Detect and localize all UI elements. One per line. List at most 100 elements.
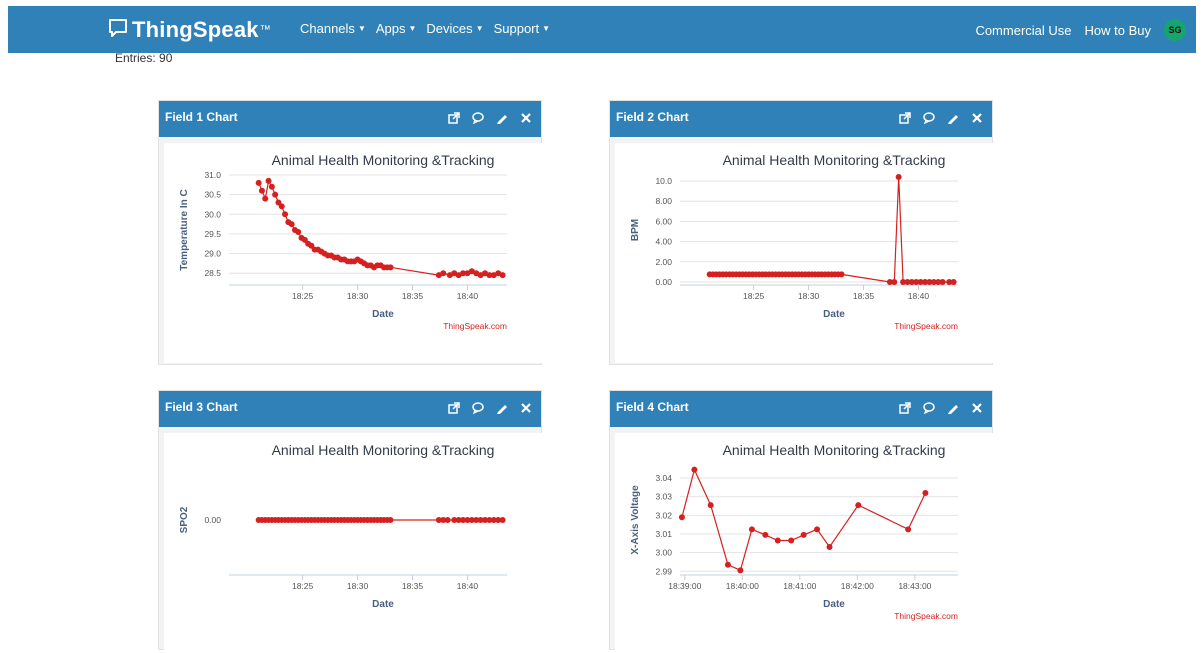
data-point [737,567,744,574]
caret-down-icon: ▼ [357,24,366,33]
x-tick-label: 18:40 [908,291,930,301]
field-3-chart: Animal Health Monitoring &Tracking 0.00 18… [179,442,507,610]
data-point [499,272,506,279]
external-link-icon[interactable] [447,401,461,415]
data-point [387,264,394,271]
y-tick-label: 3.04 [655,473,672,483]
menu-support[interactable]: Support ▼ [494,21,550,36]
panel-tools [447,401,533,415]
data-point [707,502,714,509]
external-link-icon[interactable] [447,111,461,125]
pencil-icon[interactable] [946,111,960,125]
x-tick-label: 18:41:00 [783,581,816,591]
close-icon[interactable] [519,401,533,415]
x-axis-label: Date [823,309,845,320]
data-point [922,489,929,496]
y-tick-label: 3.00 [655,548,672,558]
data-point [499,517,506,523]
x-axis-label: Date [823,599,845,610]
credit-label: ThingSpeak.com [894,321,958,331]
series-line [709,176,954,283]
external-link-icon[interactable] [898,401,912,415]
y-tick-label: 29.0 [204,249,221,259]
menu-channels[interactable]: Channels ▼ [300,21,366,36]
menu-apps-label: Apps [375,21,406,36]
brand-logo[interactable]: ThingSpeak ™ [108,15,271,45]
y-tick-label: 8.00 [655,196,672,206]
chart-title: Animal Health Monitoring &Tracking [272,442,495,458]
data-point [800,531,807,538]
data-point [278,203,285,210]
user-avatar[interactable]: SG [1164,19,1186,41]
data-point [691,466,698,473]
y-tick-label: 28.5 [204,268,221,278]
comment-icon[interactable] [922,111,936,125]
top-navbar: ThingSpeak ™ Channels ▼ Apps ▼ Devices ▼… [8,6,1196,53]
menu-channels-label: Channels [300,21,355,36]
chart-title: Animal Health Monitoring &Tracking [723,152,946,168]
pencil-icon[interactable] [495,111,509,125]
data-point [826,544,833,551]
speech-bubble-icon [108,18,128,43]
panel-tools [898,401,984,415]
chart-title: Animal Health Monitoring &Tracking [723,442,946,458]
panel-title: Field 2 Chart [616,110,689,124]
credit-label: ThingSpeak.com [443,321,507,331]
data-point [762,531,769,538]
chart-area: Animal Health Monitoring &Tracking 0.00 2.… [615,143,993,363]
how-to-buy-link[interactable]: How to Buy [1085,23,1151,38]
data-point [939,278,946,285]
caret-down-icon: ▼ [475,24,484,33]
data-point [748,526,755,533]
comment-icon[interactable] [471,111,485,125]
y-axis-label: SPO2 [179,506,190,533]
data-point [855,502,862,509]
data-point [774,537,781,544]
y-tick-label: 31.0 [204,170,221,180]
y-tick-label: 3.01 [655,529,672,539]
y-tick-label: 2.99 [655,566,672,576]
data-point [950,278,957,285]
trademark-mark: ™ [259,24,271,36]
x-axis-label: Date [372,599,394,610]
data-point [838,271,845,278]
close-icon[interactable] [519,111,533,125]
panel-header: Field 2 Chart [610,101,992,137]
close-icon[interactable] [970,401,984,415]
commercial-use-link[interactable]: Commercial Use [975,23,1071,38]
menu-devices-label: Devices [426,21,473,36]
x-tick-label: 18:40 [457,291,479,301]
pencil-icon[interactable] [495,401,509,415]
data-point [678,514,685,521]
menu-apps[interactable]: Apps ▼ [376,21,417,36]
caret-down-icon: ▼ [408,24,417,33]
y-tick-label: 30.0 [204,209,221,219]
x-tick-label: 18:35 [402,581,424,591]
field-4-panel: Field 4 Chart Animal Health Monitoring &… [609,390,993,653]
comment-icon[interactable] [471,401,485,415]
data-point [258,187,265,194]
panel-tools [898,111,984,125]
menu-devices[interactable]: Devices ▼ [426,21,483,36]
data-point [905,526,912,533]
data-point [724,561,731,568]
close-icon[interactable] [970,111,984,125]
data-point [255,179,262,186]
chart-title: Animal Health Monitoring &Tracking [272,152,495,168]
pencil-icon[interactable] [946,401,960,415]
panel-header: Field 1 Chart [159,101,541,137]
x-tick-label: 18:30 [347,291,369,301]
brand-name: ThingSpeak [132,17,259,42]
entries-count: Entries: 90 [115,51,173,65]
chart-area: Animal Health Monitoring &Tracking 0.00 18… [164,433,542,653]
series-line [681,467,926,572]
y-tick-label: 29.5 [204,229,221,239]
x-tick-label: 18:35 [853,291,875,301]
data-point [262,195,269,202]
external-link-icon[interactable] [898,111,912,125]
panel-title: Field 4 Chart [616,400,689,414]
x-axis-label: Date [372,309,394,320]
credit-label: ThingSpeak.com [894,611,958,621]
main-menu: Channels ▼ Apps ▼ Devices ▼ Support ▼ [300,21,550,36]
comment-icon[interactable] [922,401,936,415]
